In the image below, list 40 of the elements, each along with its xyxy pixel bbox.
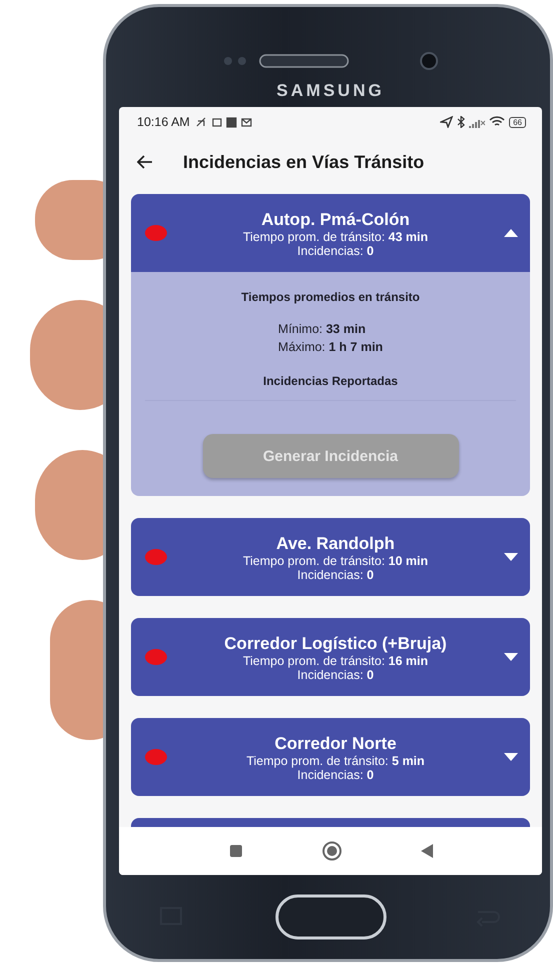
back-icon[interactable] xyxy=(420,844,432,858)
recent-apps-icon[interactable] xyxy=(228,844,242,858)
minimum-time-text: Mínimo: 33 min xyxy=(278,321,367,338)
route-name: Corredor Norte xyxy=(274,732,396,754)
home-button[interactable] xyxy=(274,894,386,940)
route-header[interactable]: Autop. Pmá-Colón Tiempo prom. de tránsito: 43 min Incidencias: 0 xyxy=(131,194,530,272)
front-camera-icon xyxy=(418,51,438,71)
section-heading: Tiempos promedios en tránsito xyxy=(241,290,420,304)
collapse-caret-icon[interactable] xyxy=(504,229,518,237)
brand-logo: SAMSUNG xyxy=(276,81,384,101)
notification-icons xyxy=(196,116,252,128)
incidents-count-text: Incidencias: 0 xyxy=(297,568,374,582)
average-time-text: Tiempo prom. de tránsito: 5 min xyxy=(246,754,425,768)
screen-title: Incidencias en Vías Tránsito xyxy=(183,152,424,172)
average-time-text: Tiempo prom. de tránsito: 43 min xyxy=(242,230,428,244)
status-time: 10:16 AM xyxy=(137,115,190,129)
route-header[interactable]: Ave. Randolph Tiempo prom. de tránsito: 10 min Incidencias: 0 xyxy=(131,518,530,596)
expand-caret-icon[interactable] xyxy=(504,753,518,761)
route-name: Ave. Randolph xyxy=(276,532,395,554)
earpiece-speaker-icon xyxy=(258,54,348,68)
route-name: Corredor Logístico (+Bruja) xyxy=(224,632,447,654)
average-time-text: Tiempo prom. de tránsito: 10 min xyxy=(242,554,428,568)
sensor-dots-icon xyxy=(222,56,248,66)
incidents-count-text: Incidencias: 0 xyxy=(297,668,374,682)
wifi-icon xyxy=(489,116,506,128)
battery-level-text: 66 xyxy=(509,116,526,128)
expand-caret-icon[interactable] xyxy=(504,653,518,661)
average-time-text: Tiempo prom. de tránsito: 16 min xyxy=(242,654,428,668)
bluetooth-icon xyxy=(457,116,466,128)
location-arrow-icon xyxy=(440,116,454,128)
maximum-time-text: Máximo: 1 h 7 min xyxy=(278,339,383,356)
incidents-count-text: Incidencias: 0 xyxy=(297,768,374,782)
route-name: Autop. Pmá-Colón xyxy=(261,208,410,230)
incidents-count-text: Incidencias: 0 xyxy=(297,244,374,258)
home-icon[interactable] xyxy=(322,841,342,861)
back-arrow-icon[interactable] xyxy=(137,155,153,169)
route-header[interactable]: Corredor Logístico (+Bruja) Tiempo prom. de tránsito: 16 min Incidencias: 0 xyxy=(131,618,530,696)
route-header[interactable]: Corredor Norte Tiempo prom. de tránsito: 5 min Incidencias: 0 xyxy=(131,718,530,796)
expand-caret-icon[interactable] xyxy=(504,553,518,561)
section-heading: Incidencias Reportadas xyxy=(263,374,398,388)
